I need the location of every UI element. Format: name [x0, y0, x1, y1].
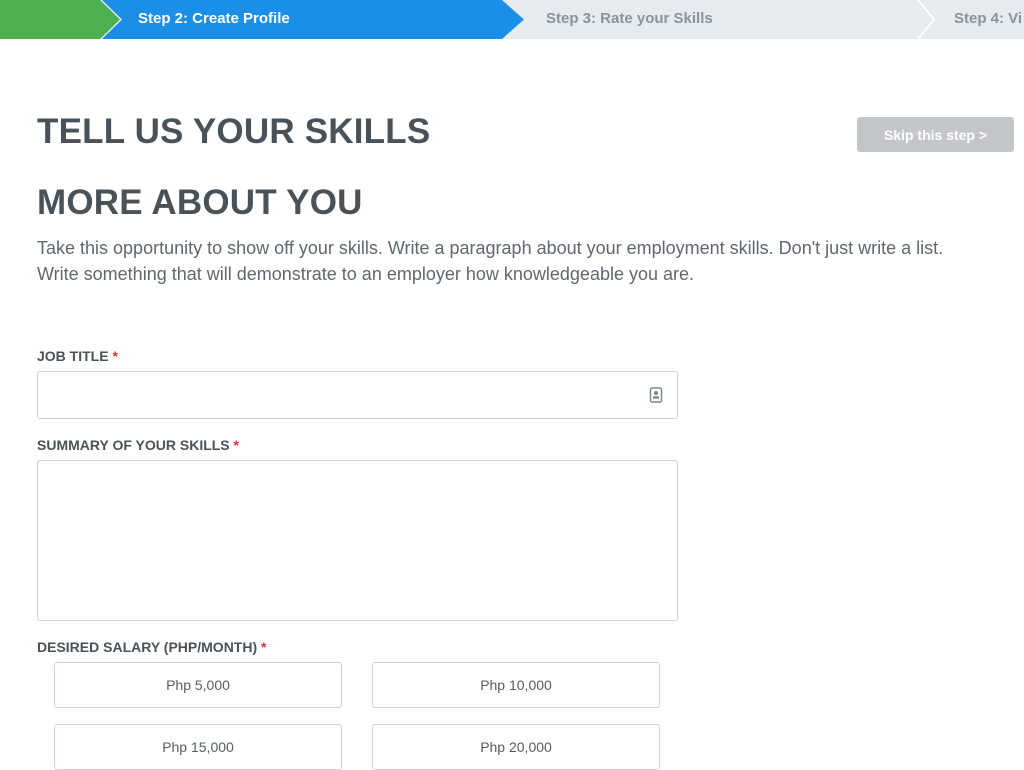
salary-option-5000[interactable]: Php 5,000 [54, 662, 342, 708]
required-marker: * [112, 348, 118, 364]
step-separator-chevron [914, 0, 938, 39]
intro-text: Take this opportunity to show off your s… [37, 238, 944, 284]
salary-label-text: DESIRED SALARY (PHP/MONTH) [37, 639, 258, 655]
step-progress-bar: Step 2: Create Profile Step 3: Rate your… [0, 0, 1024, 39]
summary-label-text: SUMMARY OF YOUR SKILLS [37, 437, 230, 453]
step-1-completed[interactable] [0, 0, 120, 39]
skills-summary-textarea[interactable] [37, 460, 678, 621]
salary-label: DESIRED SALARY (PHP/MONTH) * [37, 639, 266, 655]
job-title-input[interactable] [37, 371, 678, 419]
page-title: TELL US YOUR SKILLS [37, 112, 431, 151]
salary-option-20000[interactable]: Php 20,000 [372, 724, 660, 770]
step-4-label[interactable]: Step 4: Vi [954, 10, 1022, 27]
salary-option-15000[interactable]: Php 15,000 [54, 724, 342, 770]
skip-step-button[interactable]: Skip this step > [857, 117, 1014, 152]
summary-label: SUMMARY OF YOUR SKILLS * [37, 437, 239, 453]
contact-card-icon[interactable] [649, 387, 663, 403]
salary-option-10000[interactable]: Php 10,000 [372, 662, 660, 708]
required-marker: * [261, 639, 267, 655]
section-title: MORE ABOUT YOU [37, 183, 363, 222]
step-2-label: Step 2: Create Profile [138, 10, 290, 27]
step-3-label[interactable]: Step 3: Rate your Skills [546, 10, 713, 27]
job-title-label: JOB TITLE * [37, 348, 118, 364]
required-marker: * [233, 437, 239, 453]
job-title-label-text: JOB TITLE [37, 348, 109, 364]
